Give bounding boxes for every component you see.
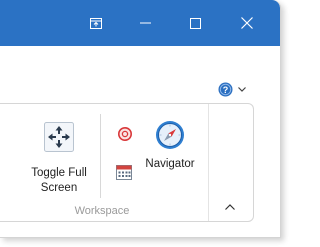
close-icon xyxy=(241,17,253,29)
title-bar xyxy=(0,0,280,46)
group-separator xyxy=(100,114,101,198)
minimize-button[interactable] xyxy=(122,0,168,46)
app-window: ? Toggle Full Screen Navigator Workspace xyxy=(0,0,281,238)
record-button[interactable] xyxy=(118,127,132,146)
help-button[interactable]: ? xyxy=(218,80,252,98)
record-icon xyxy=(118,127,132,141)
navigator-label: Navigator xyxy=(145,158,195,170)
svg-text:?: ? xyxy=(223,85,229,95)
maximize-icon xyxy=(189,17,201,29)
fullscreen-arrows-icon xyxy=(44,122,74,152)
ribbon-panel: Toggle Full Screen Navigator Workspace xyxy=(0,103,254,222)
workspace-group-label: Workspace xyxy=(74,205,130,217)
chevron-down-icon xyxy=(238,86,246,92)
toggle-full-screen-label: Toggle Full Screen xyxy=(31,167,87,194)
chevron-up-icon xyxy=(225,204,235,210)
close-button[interactable] xyxy=(224,0,270,46)
collapse-ribbon-button[interactable] xyxy=(221,199,239,215)
toggle-full-screen-button[interactable]: Toggle Full Screen xyxy=(27,118,91,194)
minimize-icon xyxy=(139,22,151,24)
collapse-area-separator xyxy=(208,104,209,221)
help-row: ? xyxy=(0,78,280,100)
calendar-icon xyxy=(116,165,132,180)
navigator-button[interactable]: Navigator xyxy=(143,120,197,186)
help-icon: ? xyxy=(218,82,233,96)
compass-icon xyxy=(156,121,184,149)
maximize-button[interactable] xyxy=(172,0,218,46)
restore-pane-button[interactable] xyxy=(73,0,119,46)
restore-pane-icon xyxy=(90,17,102,29)
calendar-button[interactable] xyxy=(116,164,132,185)
